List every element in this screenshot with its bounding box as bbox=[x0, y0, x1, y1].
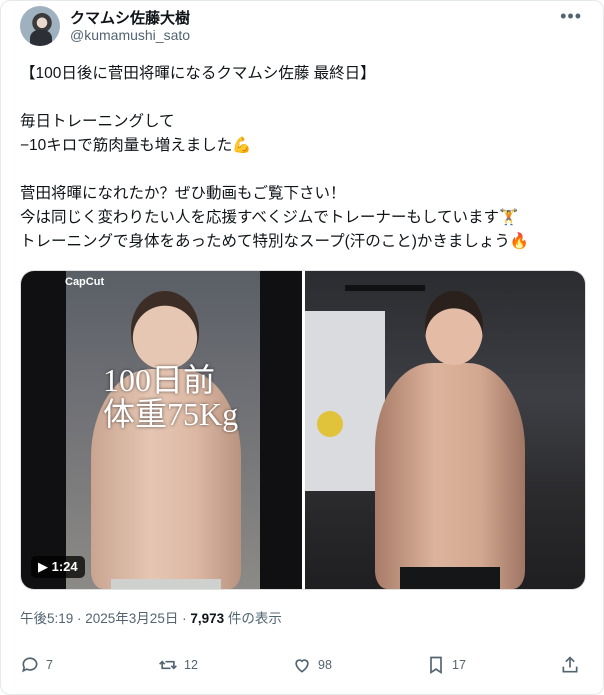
video-overlay-text: 100日前 体重75Kg bbox=[103, 363, 238, 431]
repost-count: 12 bbox=[184, 658, 198, 672]
video-duration: 1:24 bbox=[51, 559, 78, 574]
capcut-watermark: CapCut bbox=[65, 276, 105, 288]
after-photo[interactable] bbox=[305, 271, 585, 589]
play-icon: ▶ bbox=[38, 559, 48, 574]
overlay-line-1: 100日前 bbox=[103, 362, 216, 398]
post-timestamp[interactable]: 午後5:19 · 2025年3月25日 · bbox=[20, 611, 190, 626]
author-handle[interactable]: @kumamushi_sato bbox=[70, 27, 190, 43]
share-button[interactable] bbox=[560, 655, 586, 675]
overlay-line-2: 体重75Kg bbox=[103, 396, 239, 432]
reply-icon bbox=[22, 657, 38, 673]
share-icon bbox=[562, 656, 578, 673]
action-bar: 7 12 98 17 bbox=[20, 655, 584, 679]
view-suffix: 件の表示 bbox=[224, 611, 282, 626]
video-thumbnail[interactable]: CapCut 100日前 体重75Kg ▶ 1:24 bbox=[21, 271, 302, 589]
repost-button[interactable]: 12 bbox=[158, 655, 198, 675]
more-icon[interactable]: ••• bbox=[560, 6, 582, 27]
post-text: 【100日後に菅田将暉になるクマムシ佐藤 最終日】 毎日トレーニングして −10… bbox=[20, 65, 530, 250]
reply-button[interactable]: 7 bbox=[20, 655, 53, 675]
author-name[interactable]: クマムシ佐藤大樹 bbox=[70, 7, 190, 28]
media-grid[interactable]: CapCut 100日前 体重75Kg ▶ 1:24 bbox=[20, 270, 586, 590]
avatar[interactable] bbox=[20, 6, 60, 46]
video-duration-badge[interactable]: ▶ 1:24 bbox=[31, 556, 85, 578]
post-meta: 午後5:19 · 2025年3月25日 · 7,973 件の表示 bbox=[20, 607, 282, 627]
bookmark-button[interactable]: 17 bbox=[426, 655, 466, 675]
bookmark-count: 17 bbox=[452, 658, 466, 672]
like-count: 98 bbox=[318, 658, 332, 672]
like-button[interactable]: 98 bbox=[292, 655, 332, 675]
reply-count: 7 bbox=[46, 658, 53, 672]
repost-icon bbox=[159, 660, 177, 670]
bookmark-icon bbox=[430, 656, 442, 675]
view-count: 7,973 bbox=[190, 611, 225, 626]
like-icon bbox=[295, 659, 309, 673]
